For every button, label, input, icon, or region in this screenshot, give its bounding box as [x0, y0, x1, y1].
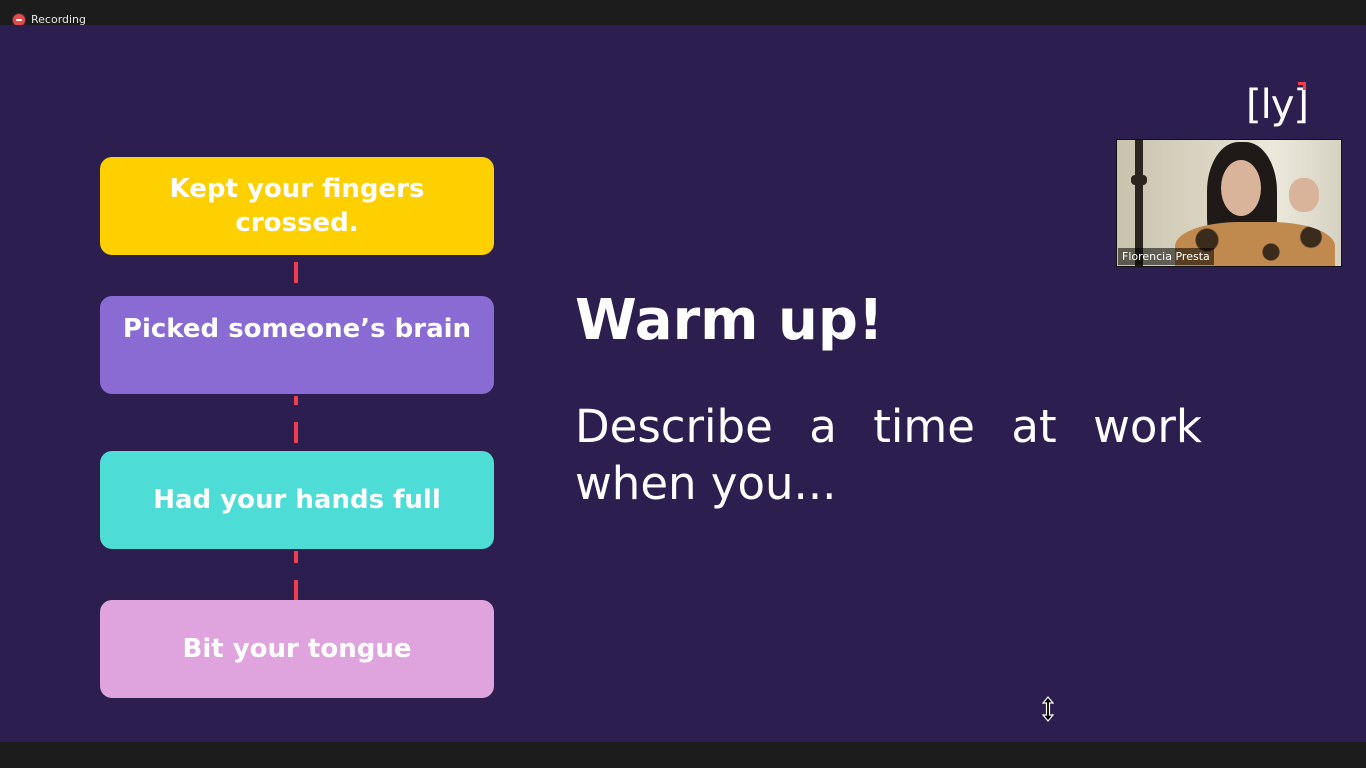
card-bit-tongue: Bit your tongue: [100, 600, 494, 698]
bottom-bar: [0, 742, 1366, 768]
card-fingers-crossed: Kept your fingers crossed.: [100, 157, 494, 255]
connector-dash: [294, 551, 298, 563]
connector-dash: [294, 396, 298, 405]
connector-dash: [294, 422, 298, 443]
recording-icon: [13, 13, 25, 26]
video-person-hand: [1289, 178, 1319, 212]
video-bedpost-knob: [1131, 175, 1147, 185]
slide-body-text: Describe a time at work when you...: [575, 400, 1202, 510]
participant-name-label: Florencia Presta: [1118, 248, 1214, 265]
brand-logo: [ly]: [1246, 80, 1309, 132]
connector-dash: [294, 262, 298, 283]
video-person-face: [1221, 160, 1261, 216]
participant-video-tile[interactable]: Florencia Presta: [1116, 139, 1342, 267]
card-picked-brain: Picked someone’s brain: [100, 296, 494, 394]
slide-title: Warm up!: [575, 288, 884, 353]
top-bar: Recording: [0, 0, 1366, 26]
card-hands-full: Had your hands full: [100, 451, 494, 549]
resize-cursor-icon: [1042, 696, 1054, 722]
logo-accent-mark: [1298, 82, 1306, 90]
connector-dash: [294, 580, 298, 600]
